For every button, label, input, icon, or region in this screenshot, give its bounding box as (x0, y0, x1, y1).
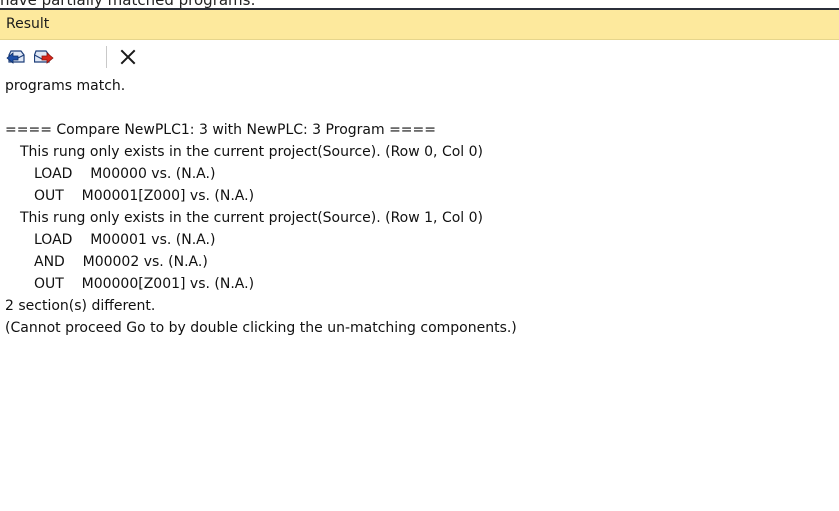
result-line: AND M00002 vs. (N.A.) (34, 254, 208, 270)
result-line: OUT M00001[Z000] vs. (N.A.) (34, 188, 255, 204)
next-difference-icon (34, 50, 54, 64)
result-panel-titlebar: Result (0, 10, 839, 40)
result-line: LOAD M00001 vs. (N.A.) (34, 232, 216, 248)
result-line: OUT M00000[Z001] vs. (N.A.) (34, 276, 255, 292)
next-difference-button[interactable] (32, 46, 56, 68)
toolbar-separator (106, 46, 107, 68)
result-toolbar (0, 40, 839, 73)
panel-title: Result (6, 16, 50, 32)
result-line: 2 section(s) different. (5, 298, 156, 314)
top-strip: have partially matched programs: (0, 0, 839, 10)
clear-button[interactable] (116, 46, 140, 68)
previous-difference-button[interactable] (4, 46, 28, 68)
result-line: (Cannot proceed Go to by double clicking… (5, 320, 517, 336)
result-line: programs match. (5, 78, 126, 94)
previous-difference-icon (6, 50, 25, 64)
result-line: ==== Compare NewPLC1: 3 with NewPLC: 3 P… (5, 122, 436, 138)
result-line: This rung only exists in the current pro… (20, 210, 484, 226)
result-window: have partially matched programs: Result (0, 0, 839, 511)
result-line: This rung only exists in the current pro… (20, 144, 484, 160)
result-line: LOAD M00000 vs. (N.A.) (34, 166, 216, 182)
close-icon (120, 49, 136, 65)
